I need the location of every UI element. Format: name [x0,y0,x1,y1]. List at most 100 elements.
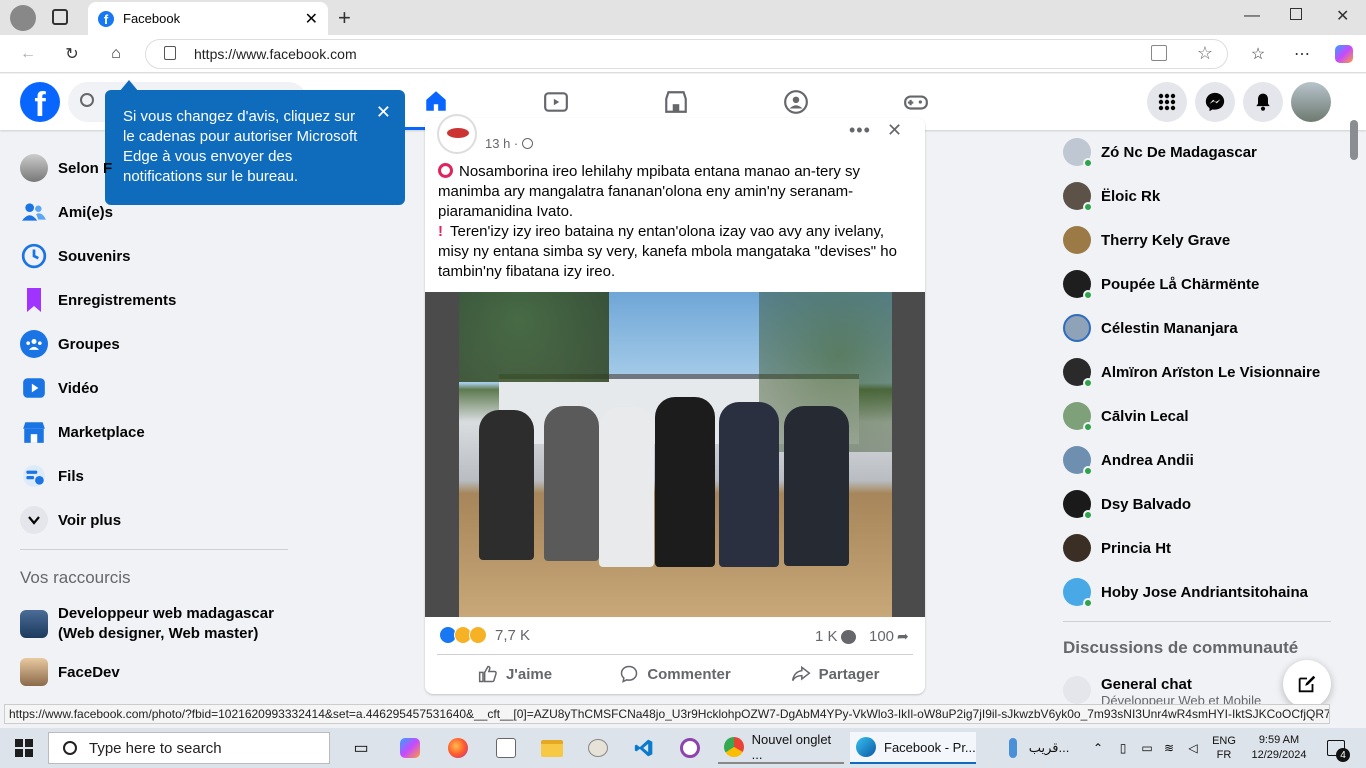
tab-actions-icon[interactable] [52,9,68,25]
apps-icon[interactable] [1151,45,1167,61]
firefox-icon[interactable] [444,732,472,764]
home-icon[interactable]: ⌂ [102,40,130,68]
post-time[interactable]: 13 h · [485,136,518,151]
calendar-app-icon[interactable] [492,732,520,764]
close-window-icon[interactable]: ✕ [1336,6,1349,26]
hide-post-icon[interactable]: ✕ [887,120,902,141]
notification-center-icon[interactable]: 4 [1322,732,1350,764]
shortcut-item-facedev[interactable]: FaceDev [20,658,120,686]
community-chat-item[interactable]: General chat Développeur Web et Mobile [1063,676,1261,704]
keyboard-layout: FR [1216,749,1232,761]
taskbar-app-chrome[interactable]: Nouvel onglet ... [718,732,844,764]
post-photo[interactable] [425,292,925,617]
copilot-icon[interactable] [1330,40,1358,68]
contact-item[interactable]: Zó Nc De Madagascar [1063,134,1257,170]
shares-count-link[interactable]: 100 ➦ [869,628,909,645]
contact-name: Andrea Andii [1101,451,1194,469]
person-shape [784,406,849,566]
battery-icon[interactable]: ▭ [1138,732,1156,764]
favorite-star-icon[interactable]: ☆ [1197,43,1213,64]
close-tab-icon[interactable]: ✕ [305,9,318,29]
reactions-summary[interactable]: 7,7 K [439,626,530,644]
taskbar-search-input[interactable]: Type here to search [48,732,330,764]
close-tooltip-icon[interactable]: ✕ [376,102,391,122]
tab-facebook[interactable]: f Facebook ✕ [88,2,328,35]
weather-text: قريب... [1028,740,1070,755]
contact-item[interactable]: Cālvin Lecal [1063,398,1189,434]
contact-avatar [1063,534,1091,562]
taskbar-app-label: Facebook - Pr... [884,739,976,755]
restore-icon[interactable] [1290,8,1302,20]
sidebar-item-friends[interactable]: Ami(e)s [20,194,113,230]
sidebar-item-feeds-list[interactable]: Fils [20,458,84,494]
favorites-icon[interactable]: ☆ [1244,40,1272,68]
weather-widget[interactable]: قريب... [1000,732,1078,764]
sidebar-item-marketplace[interactable]: Marketplace [20,414,145,450]
sidebar-item-memories[interactable]: Souvenirs [20,238,131,274]
more-menu-icon[interactable]: ⋯ [1288,40,1316,68]
wifi-icon[interactable]: ≋ [1160,732,1178,764]
comment-bubble-icon [840,629,856,644]
contact-item[interactable]: Therry Kely Grave [1063,222,1230,258]
chevron-up-icon[interactable]: ⌃ [1090,732,1106,764]
contact-item[interactable]: Dsy Balvado [1063,486,1191,522]
contact-item[interactable]: Célestin Mananjara [1063,310,1238,346]
clock-date: 12/29/2024 [1251,749,1307,761]
clock[interactable]: 9:59 AM 12/29/2024 [1244,732,1314,764]
contact-name: Dsy Balvado [1101,495,1192,513]
taskbar-app-edge[interactable]: Facebook - Pr... [850,732,976,764]
task-view-icon[interactable]: ▭ [348,732,374,764]
account-avatar[interactable] [1291,82,1331,122]
vscode-icon[interactable] [630,732,658,764]
contact-item[interactable]: Poupée Lå Chärmënte [1063,266,1259,302]
contact-item[interactable]: Princia Ht [1063,530,1171,566]
device-icon[interactable]: ▯ [1114,732,1132,764]
sidebar-item-saved[interactable]: Enregistrements [20,282,176,318]
profile-avatar[interactable] [10,5,36,31]
media-app-icon[interactable] [676,732,704,764]
share-button[interactable]: Partager [757,660,913,688]
bookmark-icon [20,286,48,314]
thumbs-up-icon [478,665,497,683]
person-shape [719,402,779,567]
file-explorer-icon[interactable] [538,732,566,764]
windows-start-icon[interactable] [10,732,38,764]
refresh-icon[interactable]: ↻ [58,40,86,68]
post-text-paragraph-1: Nosamborina ireo lehilahy mpibata entana… [438,163,861,220]
contact-item[interactable]: Andrea Andii [1063,442,1194,478]
sidebar-item-see-more[interactable]: Voir plus [20,502,121,538]
post-options-icon[interactable]: ••• [849,120,871,141]
notifications-bell-icon[interactable] [1243,82,1283,122]
like-button[interactable]: J'aime [437,660,593,688]
contact-item[interactable]: Ëloic Rk [1063,178,1160,214]
page-scrollbar-thumb[interactable] [1350,120,1358,160]
volume-icon[interactable]: ◁ [1184,732,1202,764]
minimize-icon[interactable]: — [1244,7,1260,25]
back-icon[interactable]: ← [14,40,42,68]
contact-item[interactable]: Almïron Arïston Le Visionnaire [1063,354,1320,390]
shortcut-item-dev-web[interactable]: Developpeur web madagascar (Web designer… [20,604,288,644]
exclamation-icon: ! [438,223,443,240]
shortcuts-title: Vos raccourcis [20,568,131,587]
comment-button[interactable]: Commenter [597,660,753,688]
copilot-taskbar-icon[interactable] [396,732,424,764]
sidebar-item-groups[interactable]: Groupes [20,326,120,362]
globe-icon [522,138,534,149]
paint-app-icon[interactable] [584,732,612,764]
lock-icon[interactable] [164,46,176,60]
new-tab-icon[interactable]: + [338,5,351,31]
menu-grid-icon[interactable] [1147,82,1187,122]
facebook-logo-icon[interactable]: f [20,82,60,122]
contact-item[interactable]: Hoby Jose Andriantsitohaina [1063,574,1308,610]
comments-count-link[interactable]: 1 K [815,628,856,645]
contact-avatar [1063,358,1093,388]
page-avatar[interactable] [437,114,477,154]
contact-name: Almïron Arïston Le Visionnaire [1101,363,1321,381]
sidebar-item-video[interactable]: Vidéo [20,370,99,406]
language-indicator[interactable]: ENG FR [1208,732,1240,764]
new-message-button[interactable] [1283,660,1331,708]
sidebar-item-feeds[interactable]: Selon F [20,150,112,186]
reactions-count: 7,7 K [495,626,531,644]
url-field[interactable]: https://www.facebook.com ☆ [145,39,1228,69]
messenger-icon[interactable] [1195,82,1235,122]
